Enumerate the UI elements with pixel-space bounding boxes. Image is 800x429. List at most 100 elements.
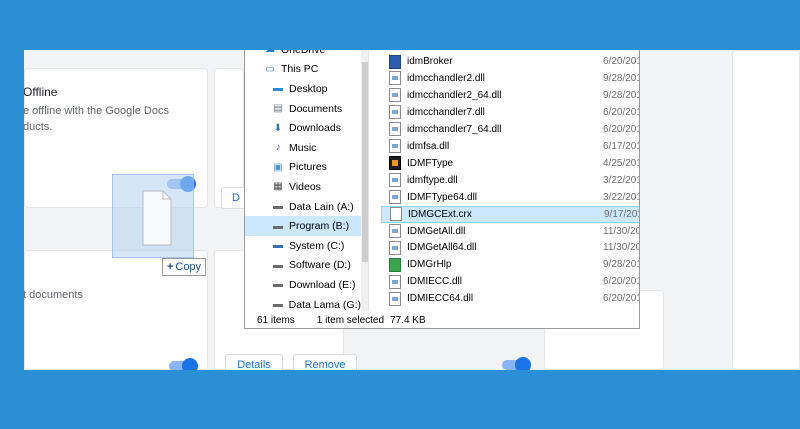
file-row[interactable]: IDMFType4/25/2017 10:29 PMDAT File bbox=[381, 155, 639, 172]
offline-card-title: Offline bbox=[24, 85, 58, 99]
file-date: 6/20/2018 5:59 AM bbox=[603, 56, 639, 67]
dll-file-icon bbox=[389, 88, 401, 103]
drive-icon: ▬ bbox=[273, 220, 283, 232]
extension-toggle-3[interactable] bbox=[502, 357, 531, 370]
file-date: 9/28/2018 10:52 AM bbox=[603, 89, 639, 101]
dll-file-icon bbox=[389, 105, 401, 120]
nav-item-label: Downloads bbox=[289, 122, 341, 135]
download-arrow-icon: ⬇ bbox=[273, 122, 283, 134]
file-name: IDMFType64.dll bbox=[407, 191, 478, 203]
file-name: IDMIECC64.dll bbox=[407, 293, 474, 305]
file-row[interactable]: idmftype.dll3/22/2013 2:43 AMApplication bbox=[381, 172, 639, 189]
nav-item[interactable]: ▬ Program (B:) bbox=[245, 216, 361, 236]
film-icon: ▦ bbox=[273, 181, 283, 193]
app-file-icon bbox=[389, 257, 401, 272]
file-date: 3/22/2013 2:43 AM bbox=[603, 174, 639, 186]
file-row[interactable]: IDMIECC.dll6/20/2018 6:43 AMApplication bbox=[381, 273, 639, 290]
copy-label: Copy bbox=[175, 261, 202, 273]
dll-file-icon bbox=[389, 71, 401, 86]
drive-icon: ▬ bbox=[273, 279, 283, 291]
nav-item[interactable]: ▣ Pictures bbox=[245, 158, 361, 178]
file-date: 9/28/2018 10:52 AM bbox=[603, 72, 639, 84]
nav-item[interactable]: ⬇ Downloads bbox=[245, 118, 361, 138]
file-date: 9/28/2018 4:28 PM bbox=[603, 259, 639, 271]
nav-item[interactable]: ▦ Videos bbox=[245, 177, 361, 197]
dll-file-icon bbox=[389, 224, 401, 238]
file-name: IDMGCExt.crx bbox=[408, 208, 472, 220]
dll-file-icon bbox=[389, 240, 401, 255]
file-date: 11/30/2013 12:08 ... bbox=[603, 225, 639, 237]
offline-card-desc-1: e offline with the Google Docs bbox=[24, 105, 169, 117]
file-name: idmcchandler7.dll bbox=[407, 106, 485, 118]
file-date: 3/22/2013 2:43 AM bbox=[603, 191, 639, 203]
nav-item-label: System (C:) bbox=[289, 239, 345, 252]
nav-item[interactable]: ▬ Desktop bbox=[245, 79, 361, 99]
file-name: idmBroker bbox=[407, 56, 453, 67]
file-row[interactable]: idmBroker6/20/2018 5:59 AMApplication bbox=[381, 53, 639, 70]
pictures-icon: ▣ bbox=[273, 161, 283, 173]
nav-item-label: Data Lain (A:) bbox=[289, 200, 354, 213]
nav-item[interactable]: ▬ Data Lama (G:) bbox=[245, 295, 361, 311]
docs-toggle[interactable] bbox=[169, 358, 198, 370]
nav-item-label: Desktop bbox=[289, 82, 328, 95]
dll-file-icon bbox=[389, 173, 401, 188]
nav-item[interactable]: ▭ This PC bbox=[245, 60, 361, 80]
file-row[interactable]: IDMGCExt.crx9/17/2018 2:29 PMCRX File bbox=[381, 205, 639, 223]
file-date: 6/20/2018 6:43 AM bbox=[603, 123, 639, 135]
file-row[interactable]: idmfsa.dll6/17/2014 3:58 PMApplication bbox=[381, 138, 639, 155]
file-list: idmBroker6/20/2018 5:59 AMApplicationidm… bbox=[381, 50, 639, 311]
documents-icon: ▤ bbox=[273, 103, 283, 115]
file-row[interactable]: idmcchandler2.dll9/28/2018 10:52 AMAppli… bbox=[381, 70, 639, 87]
nav-item-label: Data Lama (G:) bbox=[288, 298, 361, 311]
nav-item-label: This PC bbox=[281, 63, 319, 76]
desktop-icon: ▬ bbox=[273, 83, 283, 95]
file-name: IDMGetAll.dll bbox=[407, 225, 466, 237]
file-row[interactable]: idmcchandler2_64.dll9/28/2018 10:52 AMAp… bbox=[381, 87, 639, 104]
file-name: IDMFType bbox=[407, 157, 454, 169]
dll-file-icon bbox=[389, 139, 401, 154]
drive-icon: ▬ bbox=[272, 299, 283, 311]
nav-item[interactable]: ☁ OneDrive bbox=[245, 50, 361, 60]
nav-scrollbar[interactable] bbox=[361, 50, 368, 311]
system-drive-icon: ▬ bbox=[273, 240, 283, 252]
status-bar: 61 items 1 item selected 77.4 KB bbox=[245, 311, 639, 328]
nav-item-label: Download (E:) bbox=[289, 278, 356, 291]
computer-icon: ▭ bbox=[265, 63, 275, 75]
file-date: 6/17/2014 3:58 PM bbox=[603, 140, 639, 152]
file-name: IDMGrHlp bbox=[407, 259, 452, 271]
nav-item[interactable]: ♪ Music bbox=[245, 138, 361, 158]
extension-card-partial: D bbox=[214, 68, 251, 209]
file-row[interactable]: IDMGrHlp9/28/2018 4:28 PMApplication bbox=[381, 256, 639, 273]
file-row[interactable]: idmcchandler7_64.dll6/20/2018 6:43 AMApp… bbox=[381, 121, 639, 138]
details-button[interactable]: Details bbox=[225, 354, 283, 370]
nav-item[interactable]: ▬ Software (D:) bbox=[245, 256, 361, 276]
nav-item[interactable]: ▬ System (C:) bbox=[245, 236, 361, 256]
crx-file-icon bbox=[390, 207, 402, 222]
file-row[interactable]: IDMGetAll64.dll11/30/2013 12:08 ...Appli… bbox=[381, 239, 639, 256]
drag-ghost bbox=[112, 174, 194, 258]
remove-button[interactable]: Remove bbox=[293, 354, 357, 370]
file-name: IDMIECC.dll bbox=[407, 276, 463, 288]
nav-item-label: Documents bbox=[289, 102, 343, 115]
nav-item-label: Software (D:) bbox=[289, 259, 351, 272]
file-row[interactable]: idmcchandler7.dll6/20/2018 6:43 AMApplic… bbox=[381, 104, 639, 121]
file-date: 6/20/2018 6:43 AM bbox=[603, 106, 639, 118]
nav-item[interactable]: ▤ Documents bbox=[245, 99, 361, 119]
drive-icon: ▬ bbox=[273, 259, 283, 271]
file-row[interactable]: IDMGetAll.dll11/30/2013 12:08 ...Applica… bbox=[381, 223, 639, 240]
nav-item-label: Program (B:) bbox=[289, 220, 350, 233]
file-ghost-icon bbox=[142, 190, 172, 246]
file-name: idmcchandler2.dll bbox=[407, 72, 485, 84]
file-explorer-window: ☁ OneDrive ▭ This PC ▬ Desktop ▤ Documents ⬇ Down… bbox=[244, 50, 640, 329]
file-row[interactable]: IDMFType64.dll3/22/2013 2:43 AMApplicati… bbox=[381, 189, 639, 206]
file-name: idmfsa.dll bbox=[407, 140, 450, 152]
dll-file-icon bbox=[389, 291, 401, 306]
file-name: idmcchandler2_64.dll bbox=[407, 89, 502, 101]
nav-item[interactable]: ▬ Data Lain (A:) bbox=[245, 197, 361, 217]
nav-item[interactable]: ▬ Download (E:) bbox=[245, 275, 361, 295]
file-name: idmcchandler7_64.dll bbox=[407, 123, 502, 135]
docs-card-desc: t documents bbox=[24, 289, 83, 301]
nav-item-label: OneDrive bbox=[281, 50, 325, 56]
plus-icon: + bbox=[166, 261, 174, 273]
file-row[interactable]: IDMIECC64.dll6/20/2018 6:43 AMApplicatio… bbox=[381, 290, 639, 307]
